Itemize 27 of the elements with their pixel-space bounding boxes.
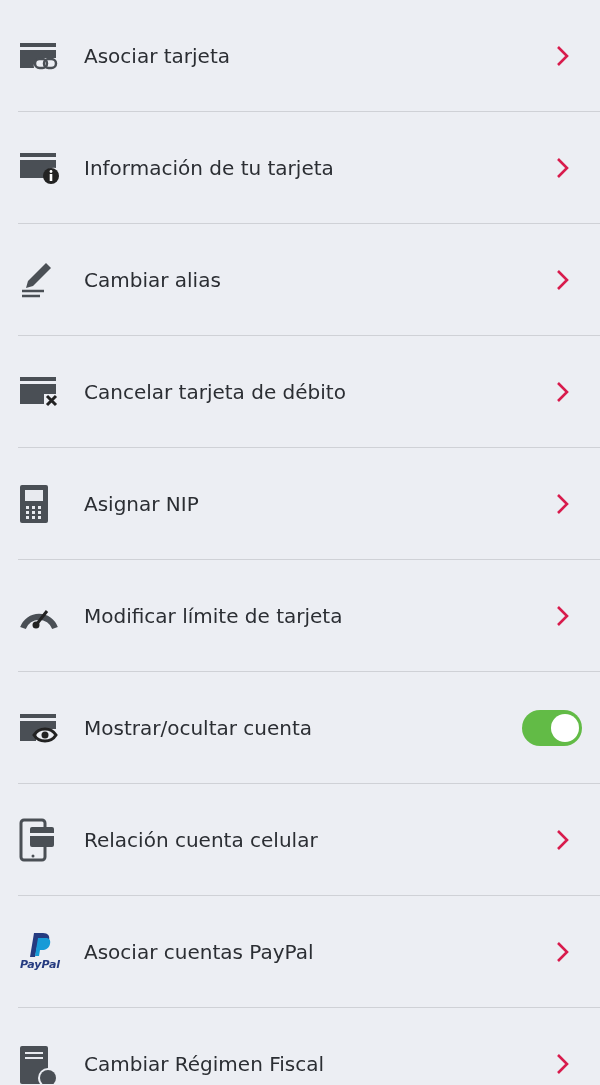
chevron-right-icon[interactable] [556,604,570,627]
chevron-right-icon[interactable] [556,380,570,403]
chevron-right-icon[interactable] [556,828,570,851]
chevron-right-icon[interactable] [556,492,570,515]
menu-item-label[interactable]: Modificar límite de tarjeta [84,603,556,628]
chevron-right-icon[interactable] [556,44,570,67]
toggle-switch[interactable] [522,709,582,746]
menu-item-label[interactable]: Asociar tarjeta [84,43,556,68]
card-eye-icon [18,711,60,744]
chevron-right-icon[interactable] [556,268,570,291]
menu-item-label[interactable]: Asignar NIP [84,491,556,516]
card-link-icon [18,40,60,71]
chevron-right-icon[interactable] [556,940,570,963]
paypal-logo: PayPal [18,932,62,971]
menu-item-label[interactable]: Asociar cuentas PayPal [84,939,556,964]
card-info-icon [18,150,60,185]
menu-item-label[interactable]: Relación cuenta celular [84,827,556,852]
phone-card-icon [18,817,56,862]
chevron-right-icon[interactable] [556,156,570,179]
menu-item-label[interactable]: Cambiar Régimen Fiscal [84,1051,556,1076]
chevron-right-icon[interactable] [556,1052,570,1075]
menu-item-label[interactable]: Cancelar tarjeta de débito [84,379,556,404]
keypad-device-icon [18,483,50,524]
menu-item-label[interactable]: Cambiar alias [84,267,556,292]
card-cancel-icon [18,374,60,409]
menu-item-label[interactable]: Mostrar/ocultar cuenta [84,715,522,740]
menu-item-label[interactable]: Información de tu tarjeta [84,155,556,180]
